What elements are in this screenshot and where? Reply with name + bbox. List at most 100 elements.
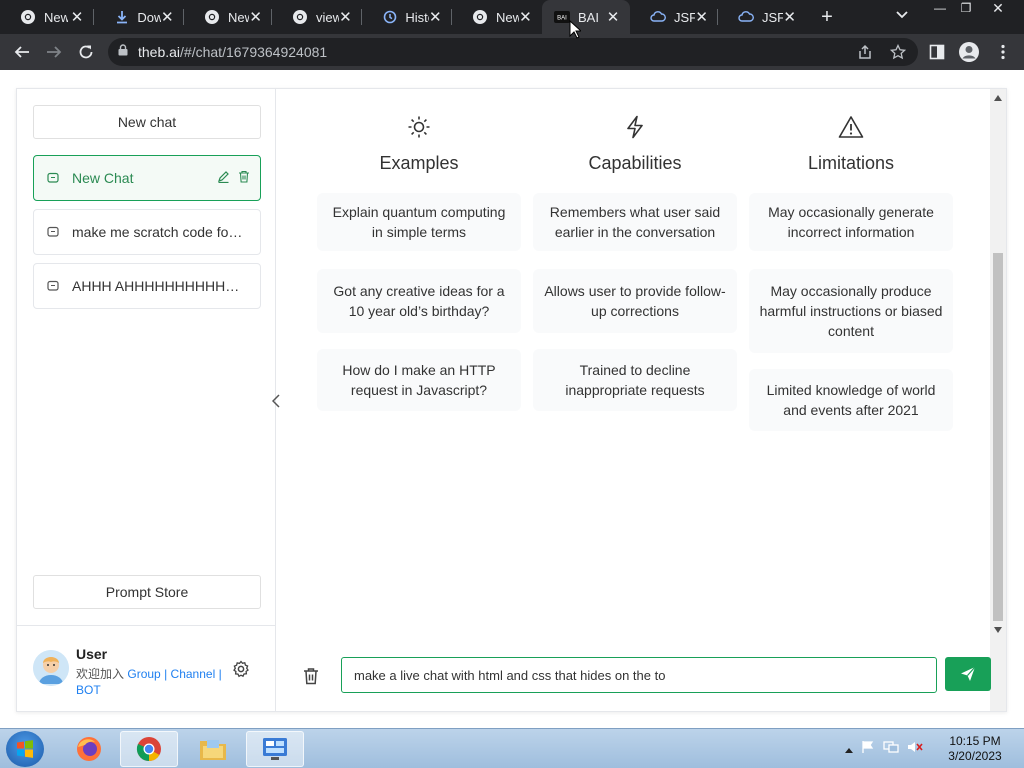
channel-link[interactable]: Channel — [171, 667, 216, 681]
windows-taskbar: 10:15 PM 3/20/2023 — [0, 728, 1024, 768]
close-window-icon[interactable]: ✕ — [984, 0, 1012, 18]
reload-icon[interactable] — [75, 41, 97, 63]
column-title: Limitations — [807, 153, 895, 173]
user-name: User — [76, 646, 108, 662]
close-tab-icon[interactable]: ✕ — [429, 8, 442, 26]
profile-icon[interactable] — [958, 41, 980, 63]
prompt-store-button[interactable]: Prompt Store — [33, 575, 261, 609]
example-card[interactable]: Explain quantum computing in simple term… — [317, 193, 521, 251]
system-tray — [845, 729, 923, 768]
svg-text:BAI: BAI — [557, 16, 567, 22]
scroll-thumb[interactable] — [993, 253, 1003, 621]
browser-tab[interactable]: Histo ✕ — [362, 0, 452, 34]
scroll-down-icon[interactable] — [993, 625, 1003, 635]
group-link[interactable]: Group — [127, 667, 160, 681]
send-button[interactable] — [945, 657, 991, 691]
file-explorer-taskbar-icon[interactable] — [184, 731, 242, 767]
new-tab-button[interactable]: + — [817, 6, 837, 28]
chat-title: make me scratch code for a g... — [72, 224, 246, 240]
avatar[interactable] — [33, 650, 69, 686]
capability-card: Trained to decline inappropriate request… — [533, 349, 737, 411]
chat-list-item-active[interactable]: New Chat — [33, 155, 261, 201]
message-input[interactable] — [341, 657, 937, 693]
limitation-card: Limited knowledge of world and events af… — [749, 369, 953, 431]
tab-search-icon[interactable] — [896, 8, 908, 22]
side-panel-icon[interactable] — [926, 41, 948, 63]
close-tab-icon[interactable]: ✕ — [249, 8, 262, 26]
page-content: New chat New Chat make me scratch code f… — [0, 70, 1024, 728]
clear-chat-trash-icon[interactable] — [303, 667, 321, 687]
chat-title: New Chat — [72, 170, 134, 186]
sun-icon — [317, 109, 521, 145]
browser-tab[interactable]: New ✕ — [452, 0, 542, 34]
new-chat-button[interactable]: New chat — [33, 105, 261, 139]
chat-list-item[interactable]: AHHH AHHHHHHHHHHHHHHHHH... — [33, 263, 261, 309]
message-composer — [277, 657, 991, 697]
send-icon — [961, 666, 976, 681]
network-icon[interactable] — [883, 740, 899, 759]
share-icon[interactable] — [857, 44, 873, 65]
settings-gear-icon[interactable] — [232, 660, 250, 678]
close-tab-icon[interactable]: ✕ — [606, 8, 620, 26]
tab-title: Histo — [405, 9, 428, 25]
chrome-taskbar-icon[interactable] — [120, 731, 178, 767]
lock-icon[interactable] — [118, 43, 128, 61]
limitations-column: Limitations May occasionally generate in… — [749, 109, 953, 431]
show-hidden-icons-icon[interactable] — [845, 740, 853, 758]
chat-title: AHHH AHHHHHHHHHHHHHHHHH... — [72, 278, 246, 294]
example-card[interactable]: Got any creative ideas for a 10 year old… — [317, 269, 521, 333]
close-tab-icon[interactable]: ✕ — [519, 8, 532, 26]
browser-tab[interactable]: JSFic ✕ — [718, 0, 806, 34]
tab-title: New — [496, 9, 519, 25]
volume-muted-icon[interactable] — [907, 740, 923, 759]
chrome-icon — [204, 9, 220, 25]
action-center-flag-icon[interactable] — [861, 740, 875, 759]
chrome-icon — [292, 9, 308, 25]
taskbar-clock[interactable]: 10:15 PM 3/20/2023 — [940, 734, 1010, 764]
browser-tab[interactable]: New ✕ — [0, 0, 94, 34]
control-panel-taskbar-icon[interactable] — [246, 731, 304, 767]
capability-card: Remembers what user said earlier in the … — [533, 193, 737, 251]
minimize-icon[interactable]: — — [926, 0, 954, 18]
menu-kebab-icon[interactable] — [992, 41, 1014, 63]
chat-bubble-icon — [47, 280, 60, 293]
browser-tab[interactable]: view ✕ — [272, 0, 362, 34]
chrome-icon — [472, 9, 488, 25]
chat-list-item[interactable]: make me scratch code for a g... — [33, 209, 261, 255]
start-button[interactable] — [6, 731, 44, 767]
restore-icon[interactable]: ❐ — [952, 0, 980, 18]
delete-icon[interactable] — [238, 170, 250, 186]
browser-tab[interactable]: Dow ✕ — [94, 0, 184, 34]
bookmark-star-icon[interactable] — [889, 43, 907, 65]
tab-title: Dow — [137, 9, 161, 25]
edit-icon[interactable] — [217, 170, 230, 186]
example-card[interactable]: How do I make an HTTP request in Javascr… — [317, 349, 521, 411]
mouse-cursor-icon — [569, 20, 581, 39]
close-tab-icon[interactable]: ✕ — [70, 8, 84, 26]
browser-tab[interactable]: New ✕ — [184, 0, 272, 34]
browser-tab-active[interactable]: BAI BAI ( ✕ — [542, 0, 630, 34]
limitation-card: May occasionally generate incorrect info… — [749, 193, 953, 251]
browser-toolbar: theb.ai/#/chat/1679364924081 — [0, 34, 1024, 70]
scroll-up-icon[interactable] — [993, 93, 1003, 103]
examples-column: Examples Explain quantum computing in si… — [317, 109, 521, 411]
firefox-taskbar-icon[interactable] — [60, 731, 118, 767]
back-icon[interactable] — [11, 41, 33, 63]
address-bar[interactable]: theb.ai/#/chat/1679364924081 — [108, 38, 918, 66]
url-text: theb.ai/#/chat/1679364924081 — [138, 44, 328, 60]
tab-title: JSFic — [674, 9, 696, 25]
close-tab-icon[interactable]: ✕ — [695, 8, 708, 26]
tab-title: BAI ( — [578, 9, 602, 25]
tab-title: view — [316, 9, 339, 25]
browser-tab[interactable]: JSFic ✕ — [630, 0, 718, 34]
column-title: Examples — [379, 153, 459, 173]
forward-icon[interactable] — [43, 41, 65, 63]
close-tab-icon[interactable]: ✕ — [783, 8, 796, 26]
close-tab-icon[interactable]: ✕ — [161, 8, 174, 26]
close-tab-icon[interactable]: ✕ — [339, 8, 352, 26]
page-scrollbar[interactable] — [990, 89, 1006, 711]
jsfiddle-icon — [650, 9, 666, 25]
jsfiddle-icon — [738, 9, 754, 25]
bot-link[interactable]: BOT — [76, 683, 101, 697]
history-icon — [382, 9, 397, 25]
